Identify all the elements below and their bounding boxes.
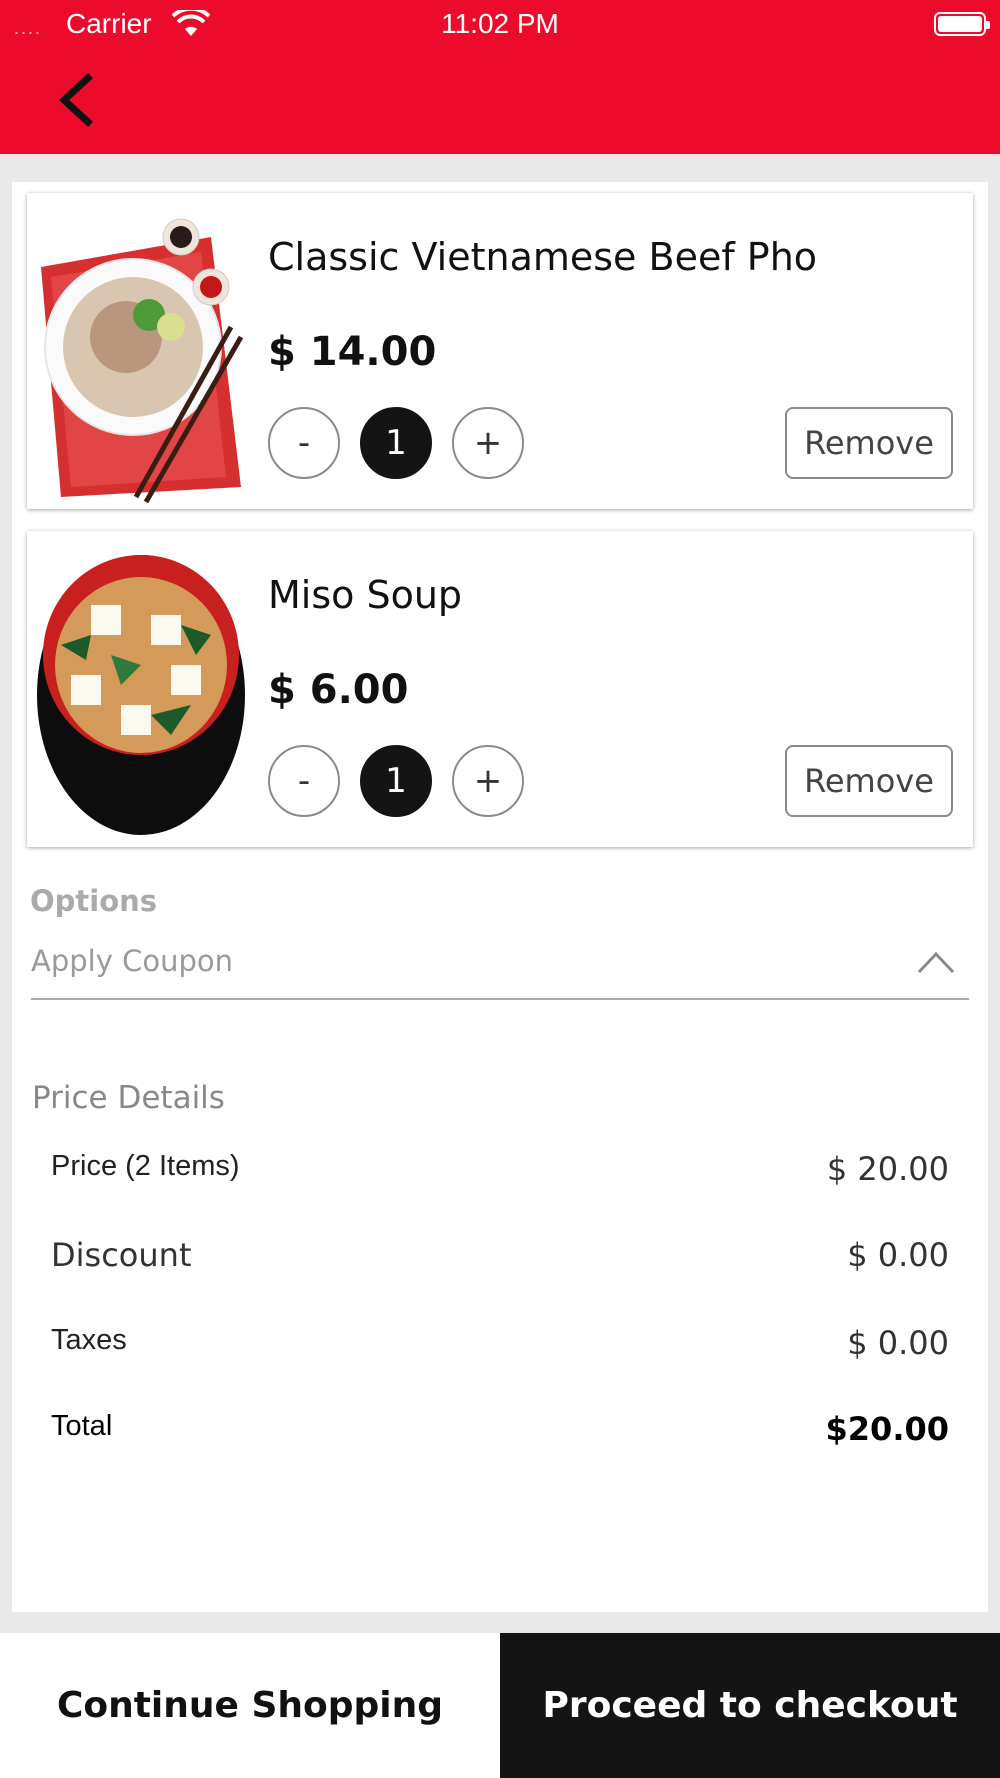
back-button[interactable] [48, 70, 108, 130]
apply-coupon-dropdown[interactable]: Apply Coupon [31, 936, 969, 1000]
chevron-up-icon [917, 951, 955, 974]
battery-icon [934, 12, 990, 36]
miso-soup-image [31, 535, 251, 843]
options-label: Options [30, 884, 158, 918]
discount-label: Discount [51, 1236, 192, 1274]
item-name: Classic Vietnamese Beef Pho [268, 235, 818, 279]
taxes-label: Taxes [51, 1324, 127, 1356]
item-price: $ 14.00 [268, 329, 437, 375]
taxes-value: $ 0.00 [847, 1324, 949, 1362]
price-details-title: Price Details [32, 1080, 225, 1116]
total-value: $20.00 [825, 1410, 949, 1448]
total-label: Total [51, 1410, 113, 1442]
increase-quantity-button[interactable]: + [452, 407, 524, 479]
discount-value: $ 0.00 [847, 1236, 949, 1274]
cart-item: Miso Soup $ 6.00 - 1 + Remove [27, 531, 973, 847]
proceed-to-checkout-button[interactable]: Proceed to checkout [500, 1633, 1000, 1778]
cart-item: Classic Vietnamese Beef Pho $ 14.00 - 1 … [27, 193, 973, 509]
quantity-value: 1 [360, 407, 432, 479]
taxes-row: Taxes $ 0.00 [51, 1324, 949, 1372]
total-row: Total $20.00 [51, 1410, 949, 1458]
coupon-placeholder: Apply Coupon [31, 944, 233, 978]
remove-item-button[interactable]: Remove [785, 745, 953, 817]
decrease-quantity-button[interactable]: - [268, 745, 340, 817]
status-bar: .... Carrier 11:02 PM [0, 0, 1000, 48]
beef-pho-image [31, 197, 251, 505]
decrease-quantity-button[interactable]: - [268, 407, 340, 479]
chevron-left-icon [58, 73, 93, 127]
price-row: Price (2 Items) $ 20.00 [51, 1150, 949, 1198]
continue-shopping-button[interactable]: Continue Shopping [0, 1633, 500, 1778]
item-price: $ 6.00 [268, 667, 409, 713]
quantity-value: 1 [360, 745, 432, 817]
discount-row: Discount $ 0.00 [51, 1236, 949, 1284]
increase-quantity-button[interactable]: + [452, 745, 524, 817]
price-value: $ 20.00 [826, 1150, 949, 1188]
app-header: .... Carrier 11:02 PM [0, 0, 1000, 154]
remove-item-button[interactable]: Remove [785, 407, 953, 479]
clock: 11:02 PM [441, 8, 559, 39]
bottom-action-bar: Continue Shopping Proceed to checkout [0, 1633, 1000, 1778]
price-label: Price (2 Items) [51, 1150, 240, 1182]
item-name: Miso Soup [268, 573, 463, 617]
